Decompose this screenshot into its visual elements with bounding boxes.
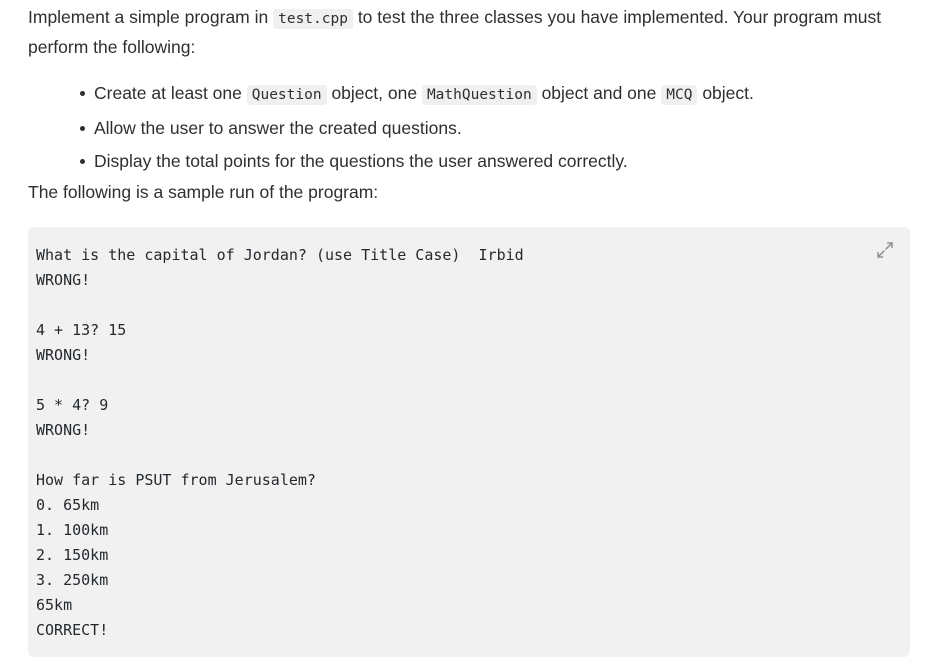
inline-code-mathquestion: MathQuestion <box>421 85 537 105</box>
list-item: Allow the user to answer the created que… <box>80 112 921 145</box>
inline-code-test-cpp: test.cpp <box>273 9 353 29</box>
list-item-text-part-1: Create at least one <box>94 83 247 103</box>
list-item-text: Allow the user to answer the created que… <box>94 118 462 138</box>
list-item-text: Display the total points for the questio… <box>94 151 628 171</box>
list-item: Display the total points for the questio… <box>80 145 921 178</box>
code-output-text: What is the capital of Jordan? (use Titl… <box>36 246 524 639</box>
document-page: Implement a simple program in test.cpp t… <box>0 0 949 657</box>
list-item-text-part-2: object, one <box>326 83 422 103</box>
sample-output-code-block: What is the capital of Jordan? (use Titl… <box>28 227 910 657</box>
intro-text-part-1: Implement a simple program in <box>28 7 274 27</box>
list-item: Create at least one Question object, one… <box>80 77 921 112</box>
sample-run-lead: The following is a sample run of the pro… <box>28 182 379 202</box>
expand-diagonal-arrows-icon[interactable] <box>874 239 896 261</box>
task-list: Create at least one Question object, one… <box>28 77 921 178</box>
list-item-text-part-4: object. <box>697 83 754 103</box>
list-item-text-part-3: object and one <box>536 83 662 103</box>
inline-code-question: Question <box>246 85 327 105</box>
inline-code-mcq: MCQ <box>661 85 698 105</box>
intro-paragraph: Implement a simple program in test.cpp t… <box>28 0 921 61</box>
